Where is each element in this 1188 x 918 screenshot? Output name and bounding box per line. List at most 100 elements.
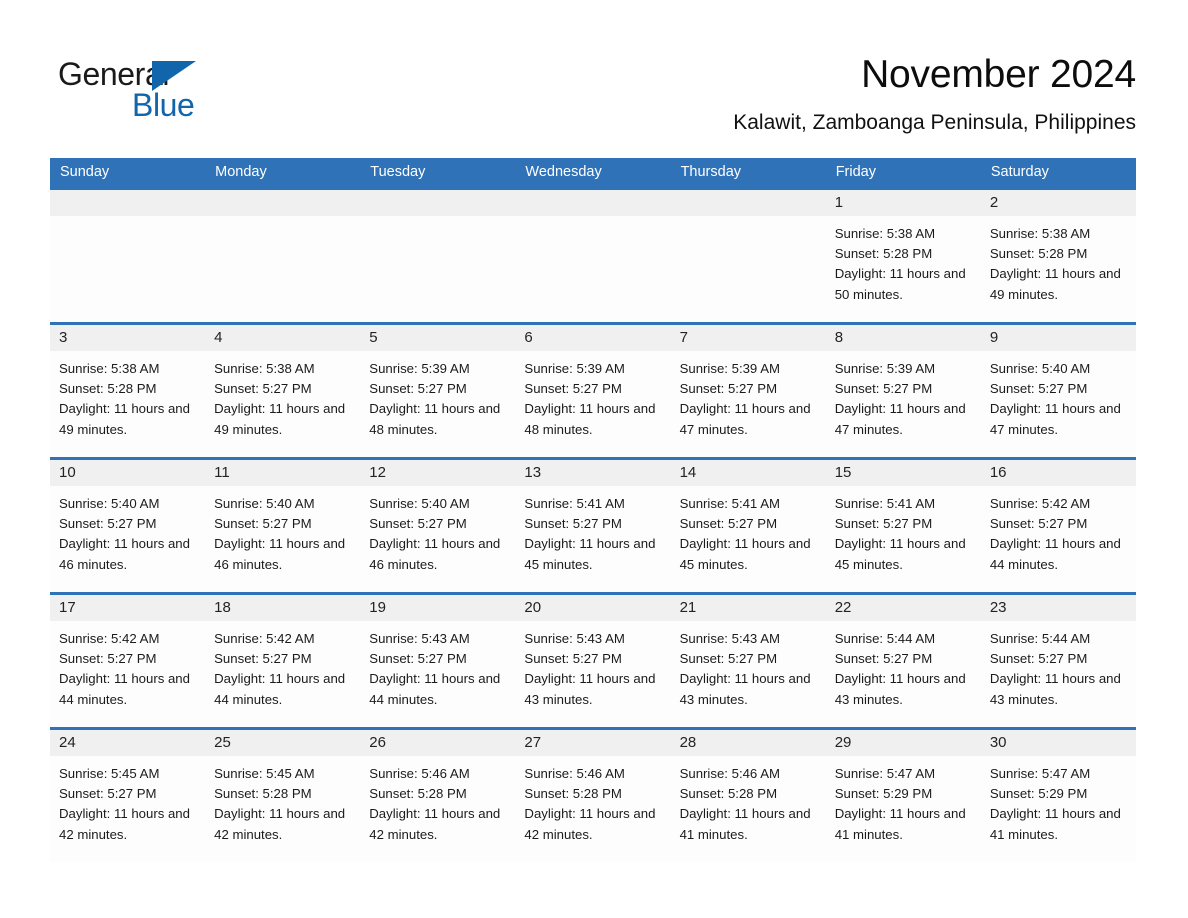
daylight-text: Daylight: 11 hours and 43 minutes. [679, 671, 811, 707]
sunrise-text: Sunrise: 5:41 AM [679, 496, 780, 511]
day-cell[interactable]: 13 Sunrise: 5:41 AM Sunset: 5:27 PM Dayl… [515, 460, 671, 592]
day-cell[interactable]: 4 Sunrise: 5:38 AM Sunset: 5:27 PM Dayli… [205, 325, 361, 457]
sunrise-text: Sunrise: 5:41 AM [524, 496, 625, 511]
calendar-page: General Blue November 2024 Kalawit, Zamb… [0, 0, 1188, 918]
daylight-text: Daylight: 11 hours and 48 minutes. [524, 401, 656, 437]
day-number: 12 [360, 460, 516, 486]
day-cell[interactable] [205, 190, 361, 322]
day-number: 26 [360, 730, 516, 756]
day-details: Sunrise: 5:47 AM Sunset: 5:29 PM Dayligh… [981, 756, 1136, 845]
day-cell[interactable]: 29 Sunrise: 5:47 AM Sunset: 5:29 PM Dayl… [825, 730, 981, 862]
sunrise-text: Sunrise: 5:38 AM [59, 361, 160, 376]
daylight-text: Daylight: 11 hours and 43 minutes. [989, 671, 1121, 707]
sunset-text: Sunset: 5:27 PM [524, 381, 622, 397]
day-details: Sunrise: 5:38 AM Sunset: 5:28 PM Dayligh… [50, 351, 205, 440]
daylight-text: Daylight: 11 hours and 41 minutes. [834, 806, 966, 842]
day-number: 22 [825, 595, 981, 621]
day-cell[interactable]: 28 Sunrise: 5:46 AM Sunset: 5:28 PM Dayl… [670, 730, 826, 862]
day-cell[interactable]: 2 Sunrise: 5:38 AM Sunset: 5:28 PM Dayli… [980, 190, 1136, 322]
weekday-header-monday: Monday [215, 164, 267, 180]
day-cell[interactable]: 15 Sunrise: 5:41 AM Sunset: 5:27 PM Dayl… [825, 460, 981, 592]
day-details: Sunrise: 5:39 AM Sunset: 5:27 PM Dayligh… [515, 351, 670, 440]
day-cell[interactable]: 26 Sunrise: 5:46 AM Sunset: 5:28 PM Dayl… [360, 730, 516, 862]
sunset-text: Sunset: 5:28 PM [834, 246, 933, 262]
day-cell[interactable]: 10 Sunrise: 5:40 AM Sunset: 5:27 PM Dayl… [50, 460, 206, 592]
general-blue-logo[interactable]: General Blue [58, 55, 288, 125]
day-cell[interactable]: 27 Sunrise: 5:46 AM Sunset: 5:28 PM Dayl… [515, 730, 671, 862]
daylight-text: Daylight: 11 hours and 46 minutes. [369, 536, 501, 572]
day-cell[interactable]: 25 Sunrise: 5:45 AM Sunset: 5:28 PM Dayl… [205, 730, 361, 862]
day-details: Sunrise: 5:43 AM Sunset: 5:27 PM Dayligh… [360, 621, 515, 710]
day-cell[interactable]: 19 Sunrise: 5:43 AM Sunset: 5:27 PM Dayl… [360, 595, 516, 727]
day-number: 8 [825, 325, 981, 351]
sunrise-text: Sunrise: 5:42 AM [214, 631, 315, 646]
day-cell[interactable]: 9 Sunrise: 5:40 AM Sunset: 5:27 PM Dayli… [980, 325, 1136, 457]
day-cell[interactable]: 3 Sunrise: 5:38 AM Sunset: 5:28 PM Dayli… [50, 325, 206, 457]
day-cell[interactable]: 30 Sunrise: 5:47 AM Sunset: 5:29 PM Dayl… [980, 730, 1136, 862]
day-cell[interactable]: 24 Sunrise: 5:45 AM Sunset: 5:27 PM Dayl… [50, 730, 206, 862]
week-row: 3 Sunrise: 5:38 AM Sunset: 5:28 PM Dayli… [50, 322, 1136, 457]
day-cell[interactable] [50, 190, 206, 322]
day-cell[interactable] [360, 190, 516, 322]
day-details: Sunrise: 5:39 AM Sunset: 5:27 PM Dayligh… [671, 351, 826, 440]
day-details: Sunrise: 5:43 AM Sunset: 5:27 PM Dayligh… [515, 621, 670, 710]
day-cell[interactable]: 6 Sunrise: 5:39 AM Sunset: 5:27 PM Dayli… [515, 325, 671, 457]
daylight-text: Daylight: 11 hours and 45 minutes. [679, 536, 811, 572]
daylight-text: Daylight: 11 hours and 50 minutes. [834, 266, 966, 302]
daylight-text: Daylight: 11 hours and 48 minutes. [369, 401, 501, 437]
day-cell[interactable]: 11 Sunrise: 5:40 AM Sunset: 5:27 PM Dayl… [205, 460, 361, 592]
sunrise-text: Sunrise: 5:40 AM [214, 496, 315, 511]
day-details: Sunrise: 5:38 AM Sunset: 5:28 PM Dayligh… [826, 216, 981, 305]
day-details: Sunrise: 5:46 AM Sunset: 5:28 PM Dayligh… [671, 756, 826, 845]
day-cell[interactable]: 5 Sunrise: 5:39 AM Sunset: 5:27 PM Dayli… [360, 325, 516, 457]
day-cell[interactable]: 23 Sunrise: 5:44 AM Sunset: 5:27 PM Dayl… [980, 595, 1136, 727]
daylight-text: Daylight: 11 hours and 43 minutes. [834, 671, 966, 707]
day-cell[interactable]: 22 Sunrise: 5:44 AM Sunset: 5:27 PM Dayl… [825, 595, 981, 727]
daylight-text: Daylight: 11 hours and 46 minutes. [59, 536, 190, 572]
day-cell[interactable]: 21 Sunrise: 5:43 AM Sunset: 5:27 PM Dayl… [670, 595, 826, 727]
sunset-text: Sunset: 5:27 PM [989, 651, 1088, 667]
daylight-text: Daylight: 11 hours and 44 minutes. [369, 671, 501, 707]
sunset-text: Sunset: 5:27 PM [989, 381, 1088, 397]
sunset-text: Sunset: 5:28 PM [369, 786, 467, 802]
day-cell[interactable]: 16 Sunrise: 5:42 AM Sunset: 5:27 PM Dayl… [980, 460, 1136, 592]
weekday-header-saturday: Saturday [990, 164, 1049, 180]
day-number: 28 [670, 730, 826, 756]
day-number: 13 [515, 460, 671, 486]
day-details: Sunrise: 5:46 AM Sunset: 5:28 PM Dayligh… [360, 756, 515, 845]
sunrise-text: Sunrise: 5:42 AM [989, 496, 1091, 511]
sunset-text: Sunset: 5:29 PM [989, 786, 1088, 802]
sunset-text: Sunset: 5:28 PM [524, 786, 622, 802]
day-cell[interactable] [670, 190, 826, 322]
day-cell[interactable]: 12 Sunrise: 5:40 AM Sunset: 5:27 PM Dayl… [360, 460, 516, 592]
day-number: 16 [980, 460, 1136, 486]
day-cell[interactable]: 14 Sunrise: 5:41 AM Sunset: 5:27 PM Dayl… [670, 460, 826, 592]
sunset-text: Sunset: 5:27 PM [834, 651, 933, 667]
sunrise-text: Sunrise: 5:43 AM [369, 631, 470, 646]
weekday-header-wednesday: Wednesday [525, 164, 602, 180]
week-row: 10 Sunrise: 5:40 AM Sunset: 5:27 PM Dayl… [50, 457, 1136, 592]
sunset-text: Sunset: 5:27 PM [524, 651, 622, 667]
sunset-text: Sunset: 5:27 PM [679, 516, 778, 532]
day-cell[interactable]: 18 Sunrise: 5:42 AM Sunset: 5:27 PM Dayl… [205, 595, 361, 727]
day-cell[interactable]: 1 Sunrise: 5:38 AM Sunset: 5:28 PM Dayli… [825, 190, 981, 322]
day-number [515, 190, 671, 216]
day-cell[interactable]: 17 Sunrise: 5:42 AM Sunset: 5:27 PM Dayl… [50, 595, 206, 727]
day-cell[interactable]: 8 Sunrise: 5:39 AM Sunset: 5:27 PM Dayli… [825, 325, 981, 457]
page-title: November 2024 [861, 53, 1136, 96]
day-cell[interactable] [515, 190, 671, 322]
sunrise-text: Sunrise: 5:39 AM [524, 361, 625, 376]
sunset-text: Sunset: 5:27 PM [679, 651, 778, 667]
day-number: 2 [980, 190, 1136, 216]
day-details: Sunrise: 5:38 AM Sunset: 5:28 PM Dayligh… [981, 216, 1136, 305]
week-row: 17 Sunrise: 5:42 AM Sunset: 5:27 PM Dayl… [50, 592, 1136, 727]
daylight-text: Daylight: 11 hours and 47 minutes. [834, 401, 966, 437]
day-number: 5 [360, 325, 516, 351]
sunset-text: Sunset: 5:28 PM [214, 786, 312, 802]
sunrise-text: Sunrise: 5:39 AM [679, 361, 780, 376]
day-cell[interactable]: 7 Sunrise: 5:39 AM Sunset: 5:27 PM Dayli… [670, 325, 826, 457]
day-cell[interactable]: 20 Sunrise: 5:43 AM Sunset: 5:27 PM Dayl… [515, 595, 671, 727]
daylight-text: Daylight: 11 hours and 44 minutes. [989, 536, 1121, 572]
sunrise-text: Sunrise: 5:40 AM [989, 361, 1091, 376]
day-number: 21 [670, 595, 826, 621]
